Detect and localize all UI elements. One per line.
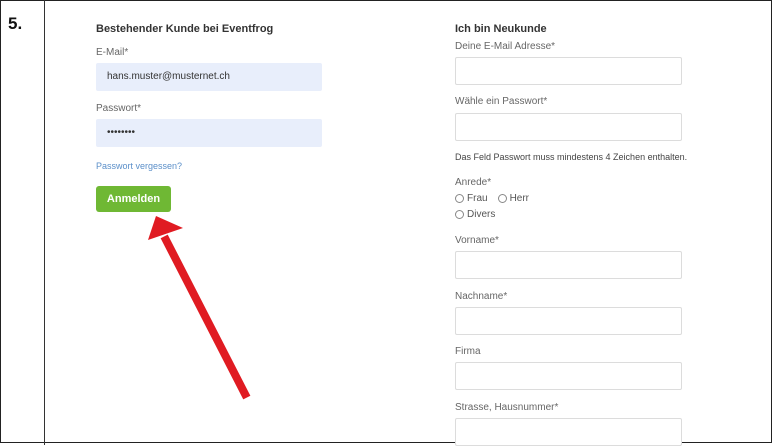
annotation-arrow-icon: [148, 216, 251, 400]
